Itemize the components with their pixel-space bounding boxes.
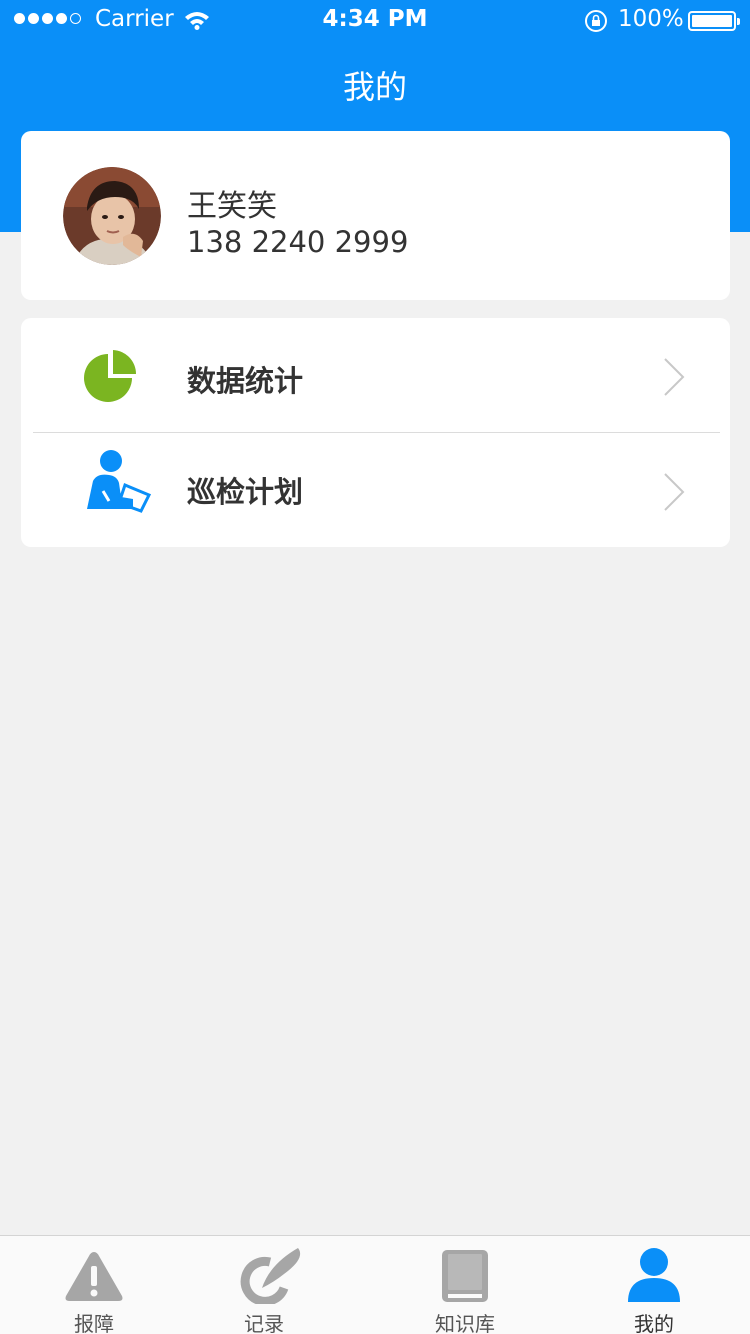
rotation-lock-icon (585, 10, 607, 32)
tab-records[interactable]: 记录 (214, 1236, 314, 1334)
status-bar: Carrier 4:34 PM 100% (0, 0, 750, 40)
battery-icon (688, 11, 740, 31)
tab-report[interactable]: 报障 (44, 1236, 144, 1334)
menu-item-label: 数据统计 (187, 364, 304, 398)
avatar[interactable] (63, 167, 161, 265)
warning-icon (65, 1252, 123, 1301)
tab-label: 报障 (74, 1312, 114, 1334)
screen: Carrier 4:34 PM 100% 我的 王笑笑 138 2240 299… (0, 0, 750, 1334)
menu-item-inspection-plan[interactable]: 巡检计划 (21, 433, 730, 547)
chevron-right-icon (664, 473, 685, 511)
tab-label: 记录 (244, 1312, 284, 1334)
inspector-icon (87, 450, 152, 513)
tab-bar: 报障 记录 知识库 我的 (0, 1235, 750, 1334)
tab-knowledge[interactable]: 知识库 (415, 1236, 515, 1334)
tab-label: 我的 (634, 1312, 674, 1334)
user-name: 王笑笑 (187, 189, 277, 224)
record-icon (240, 1248, 301, 1304)
user-icon (628, 1248, 680, 1302)
page-title: 我的 (342, 68, 407, 106)
menu-card: 数据统计 巡检计划 (21, 318, 730, 547)
menu-item-statistics[interactable]: 数据统计 (21, 318, 730, 432)
chevron-right-icon (664, 358, 685, 396)
profile-card[interactable]: 王笑笑 138 2240 2999 (21, 131, 730, 300)
book-icon (442, 1250, 488, 1302)
tab-mine[interactable]: 我的 (604, 1236, 704, 1334)
battery-percent: 100% (618, 6, 684, 32)
user-phone: 138 2240 2999 (187, 225, 409, 259)
tab-label: 知识库 (435, 1312, 495, 1334)
pie-chart-icon (84, 350, 136, 402)
menu-item-label: 巡检计划 (187, 475, 304, 509)
